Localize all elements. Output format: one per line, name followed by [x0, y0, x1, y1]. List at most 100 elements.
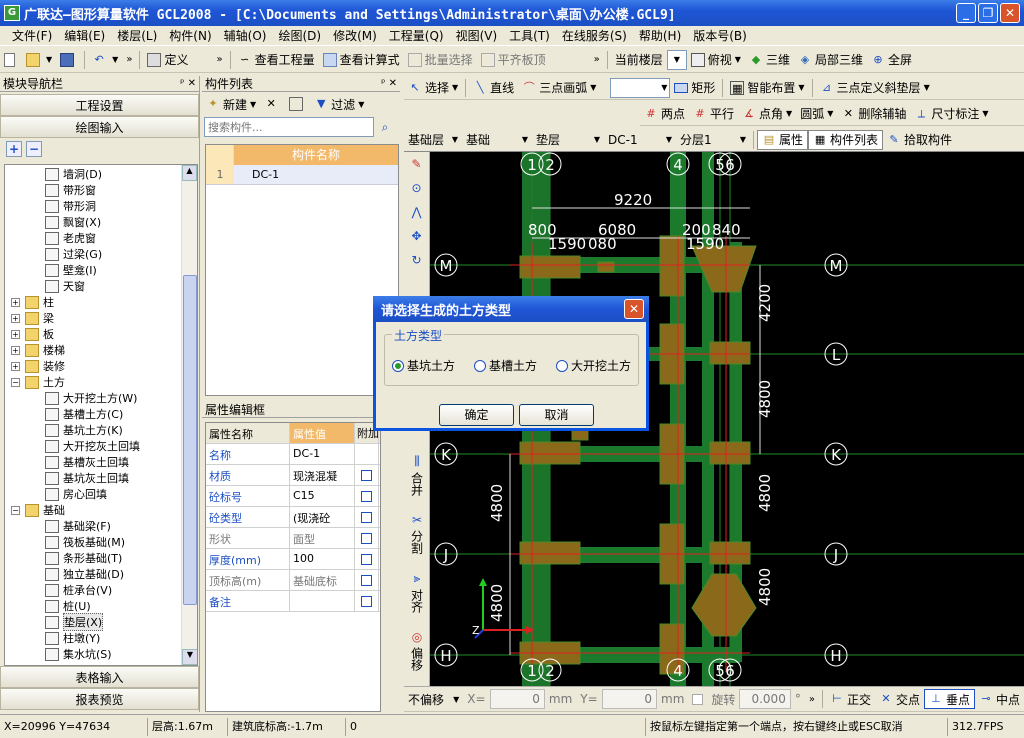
full-screen-button[interactable]: ⊕ 全屏: [867, 50, 916, 70]
property-row[interactable]: 砼标号 C15: [206, 486, 380, 507]
arc-param-select[interactable]: ▼: [610, 77, 671, 98]
tree-item[interactable]: 基槽灰土回填: [5, 454, 183, 470]
arc-aux-button[interactable]: 圆弧 ▼: [796, 104, 837, 124]
tree-folder[interactable]: − 土方: [5, 374, 183, 390]
attach-checkbox[interactable]: [361, 469, 372, 481]
line-button[interactable]: ╲ 直线: [469, 78, 518, 98]
property-value[interactable]: DC-1: [290, 444, 355, 464]
property-value[interactable]: 面型: [290, 528, 355, 548]
ok-button[interactable]: 确定: [439, 404, 514, 426]
tree-item[interactable]: 带形洞: [5, 198, 183, 214]
merge-button[interactable]: 合并: [409, 469, 426, 499]
select-button[interactable]: ↖ 选择 ▼: [404, 78, 462, 98]
sublayer-select[interactable]: 分层1 ▼: [676, 130, 750, 150]
tree-item[interactable]: 基础梁(F): [5, 518, 183, 534]
menu-tools[interactable]: 工具(T): [503, 27, 556, 44]
two-point-button[interactable]: # 两点: [640, 104, 689, 124]
project-settings-button[interactable]: 工程设置: [0, 94, 199, 116]
expand-icon[interactable]: +: [11, 297, 20, 307]
property-row[interactable]: 砼类型 (现浇砼: [206, 507, 380, 528]
batch-select-button[interactable]: 批量选择: [404, 50, 477, 70]
menu-view[interactable]: 视图(V): [450, 27, 504, 44]
attribute-button[interactable]: ▤ 属性: [757, 129, 809, 150]
property-value[interactable]: (现浇砼: [290, 507, 355, 527]
tree-item[interactable]: 桩承台(V): [5, 582, 183, 598]
radio-open-excavation[interactable]: 大开挖土方: [556, 357, 631, 374]
tree-item[interactable]: 条形基础(T): [5, 550, 183, 566]
tree-item[interactable]: 老虎窗: [5, 230, 183, 246]
new-component-button[interactable]: ✦ 新建 ▼: [202, 94, 260, 114]
current-floor-select[interactable]: ▼: [666, 49, 687, 70]
top-view-button[interactable]: 俯视 ▼: [687, 50, 745, 70]
view-formula-button[interactable]: 查看计算式: [319, 50, 404, 70]
expand-icon[interactable]: +: [11, 313, 20, 323]
dimension-button[interactable]: ⟂ 尺寸标注 ▼: [910, 104, 992, 124]
x-input[interactable]: 0: [489, 689, 545, 709]
attach-checkbox[interactable]: [361, 595, 372, 607]
member-list-button[interactable]: ▦ 构件列表: [808, 129, 884, 150]
delete-component-button[interactable]: ✕: [260, 94, 285, 114]
filter-button[interactable]: ▼ 过滤 ▼: [310, 94, 368, 114]
perp-button[interactable]: ⊥ 垂点: [923, 689, 975, 709]
menu-draw[interactable]: 绘图(D): [272, 27, 327, 44]
open-file-button[interactable]: ▼: [22, 50, 56, 70]
expand-icon[interactable]: +: [11, 329, 20, 339]
smart-layout-button[interactable]: ▦ 智能布置 ▼: [726, 78, 808, 98]
menu-file[interactable]: 文件(F): [6, 27, 58, 44]
collapse-icon[interactable]: −: [11, 377, 20, 387]
undo-button[interactable]: ↶ ▼: [88, 50, 122, 70]
property-row[interactable]: 备注: [206, 591, 380, 612]
tree-item[interactable]: 房心回填: [5, 486, 183, 502]
category-select[interactable]: 基础 ▼: [462, 130, 532, 150]
multi-select-icon[interactable]: ⊙: [404, 176, 429, 200]
drawing-input-button[interactable]: 绘图输入: [0, 116, 199, 138]
property-row[interactable]: 厚度(mm) 100: [206, 549, 380, 570]
tree-item[interactable]: 大开挖土方(W): [5, 390, 183, 406]
pin-icon[interactable]: ᵖ: [180, 78, 184, 89]
member-select[interactable]: DC-1 ▼: [604, 130, 676, 150]
menu-component[interactable]: 构件(N): [163, 27, 217, 44]
three-point-slope-button[interactable]: ⊿ 三点定义斜垫层 ▼: [816, 78, 934, 98]
copy-component-button[interactable]: [285, 94, 310, 114]
tree-item[interactable]: 筏板基础(M): [5, 534, 183, 550]
tree-item[interactable]: 桩(U): [5, 598, 183, 614]
attach-checkbox[interactable]: [361, 511, 372, 523]
tree-item[interactable]: 飘窗(X): [5, 214, 183, 230]
close-window-button[interactable]: ✕: [1000, 3, 1020, 23]
offset-mode-select[interactable]: 不偏移 ▼: [404, 689, 463, 709]
tree-item[interactable]: 集水坑(S): [5, 646, 183, 662]
property-value[interactable]: 基础底标: [290, 570, 355, 590]
menu-version[interactable]: 版本号(B): [687, 27, 753, 44]
mirror-icon[interactable]: ⋀: [404, 200, 429, 224]
rotate-checkbox[interactable]: [688, 689, 707, 709]
property-row[interactable]: 顶标高(m) 基础底标: [206, 570, 380, 591]
menu-online[interactable]: 在线服务(S): [556, 27, 633, 44]
tree-item[interactable]: 墙洞(D): [5, 166, 183, 182]
tree-folder[interactable]: + 柱: [5, 294, 183, 310]
tree-item[interactable]: 柱墩(Y): [5, 630, 183, 646]
view-quantity-button[interactable]: ∽ 查看工程量: [234, 50, 319, 70]
table-input-button[interactable]: 表格输入: [0, 666, 199, 688]
menu-aux-axis[interactable]: 辅轴(O): [218, 27, 273, 44]
rotate-input[interactable]: 0.000: [739, 689, 791, 709]
menu-help[interactable]: 帮助(H): [633, 27, 687, 44]
property-value[interactable]: C15: [290, 486, 355, 506]
attach-checkbox[interactable]: [361, 574, 372, 586]
component-search-input[interactable]: [204, 117, 374, 137]
rotate-icon[interactable]: ↻: [404, 248, 429, 272]
property-value[interactable]: [290, 591, 355, 611]
offset-button[interactable]: 偏移: [409, 644, 426, 674]
tree-folder[interactable]: + 楼梯: [5, 342, 183, 358]
tree-item[interactable]: 带形窗: [5, 182, 183, 198]
expand-icon[interactable]: +: [11, 345, 20, 355]
pencil-tool-icon[interactable]: ✎: [404, 152, 429, 176]
search-icon[interactable]: ⌕: [374, 120, 396, 135]
property-row[interactable]: 形状 面型: [206, 528, 380, 549]
tree-folder[interactable]: + 板: [5, 326, 183, 342]
tree-item[interactable]: 基坑土方(K): [5, 422, 183, 438]
parallel-button[interactable]: # 平行: [689, 104, 738, 124]
close-panel-icon[interactable]: ✕: [188, 78, 196, 89]
minimize-button[interactable]: _: [956, 3, 976, 23]
property-row[interactable]: 名称 DC-1: [206, 444, 380, 465]
tree-folder[interactable]: + 装修: [5, 358, 183, 374]
